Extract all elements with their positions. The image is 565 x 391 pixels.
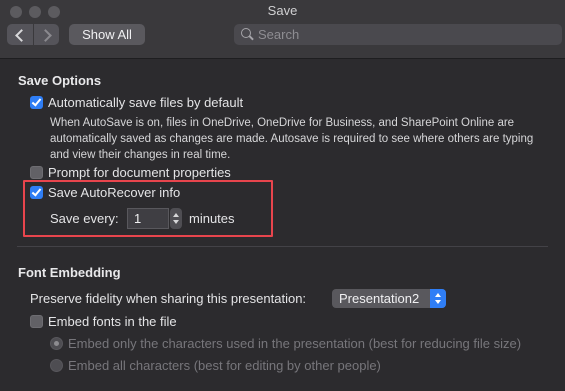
chevron-left-icon	[15, 29, 28, 42]
embed-subset-label: Embed only the characters used in the pr…	[68, 336, 522, 351]
embed-all-radio[interactable]	[50, 359, 63, 372]
font-embedding-heading: Font Embedding	[18, 265, 121, 280]
window-title: Save	[267, 3, 298, 18]
section-divider	[17, 246, 548, 247]
presentation-select[interactable]: Presentation2	[332, 289, 446, 308]
chevron-right-icon	[39, 29, 52, 42]
autosave-label: Automatically save files by default	[48, 95, 244, 110]
presentation-select-value: Presentation2	[339, 291, 420, 306]
preferences-window: Save Show All Save Options Automatically…	[0, 0, 565, 391]
autosave-description: When AutoSave is on, files in OneDrive, …	[50, 117, 534, 161]
save-options-heading: Save Options	[18, 73, 102, 88]
embed-subset-radio[interactable]	[50, 337, 63, 350]
autosave-checkbox[interactable]	[30, 96, 43, 109]
search-icon	[241, 28, 254, 41]
highlight-annotation	[23, 180, 273, 237]
embed-fonts-checkbox[interactable]	[30, 315, 43, 328]
select-arrows-icon	[430, 289, 446, 308]
search-input[interactable]	[258, 24, 548, 45]
embed-all-label: Embed all characters (best for editing b…	[68, 358, 381, 373]
search-field[interactable]	[234, 24, 562, 45]
embed-fonts-label: Embed fonts in the file	[48, 314, 177, 329]
prompt-properties-label: Prompt for document properties	[48, 165, 231, 180]
show-all-button[interactable]: Show All	[69, 24, 145, 45]
preserve-fidelity-label: Preserve fidelity when sharing this pres…	[30, 291, 307, 306]
toolbar: Save Show All	[0, 0, 565, 59]
back-button[interactable]	[7, 24, 34, 45]
forward-button[interactable]	[34, 24, 59, 45]
prompt-properties-checkbox[interactable]	[30, 166, 43, 179]
navigation-segmented-control	[7, 24, 59, 45]
